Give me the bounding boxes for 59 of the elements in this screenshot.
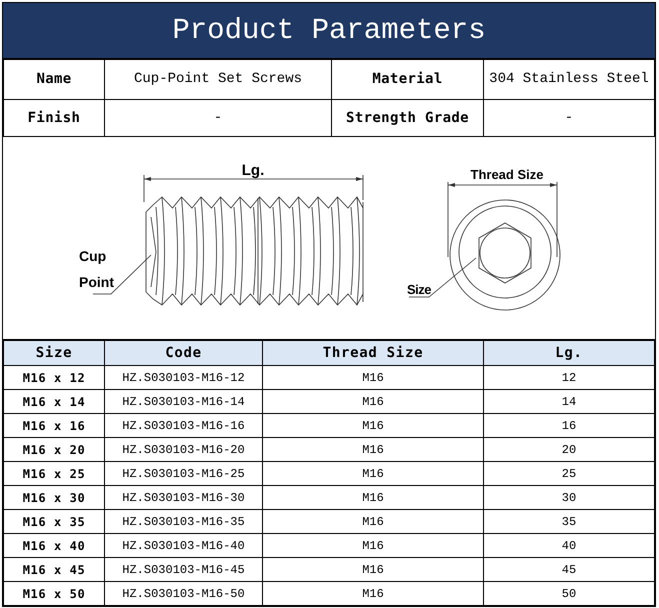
length-label: Lg. bbox=[242, 162, 264, 179]
point-label: Point bbox=[79, 274, 114, 290]
table-cell: HZ.S030103-M16-20 bbox=[104, 438, 262, 462]
table-cell: M16 bbox=[262, 366, 484, 390]
table-cell: 50 bbox=[484, 582, 654, 606]
table-cell: M16 bbox=[262, 462, 484, 486]
table-cell: 16 bbox=[484, 414, 654, 438]
table-cell: M16 bbox=[262, 414, 484, 438]
table-cell: M16 x 35 bbox=[4, 510, 104, 534]
table-cell: HZ.S030103-M16-30 bbox=[104, 486, 262, 510]
table-cell: M16 bbox=[262, 390, 484, 414]
table-cell: 20 bbox=[484, 438, 654, 462]
column-header: Size bbox=[4, 340, 104, 366]
table-cell: M16 bbox=[262, 486, 484, 510]
size-label: Size bbox=[407, 282, 432, 297]
table-cell: HZ.S030103-M16-12 bbox=[104, 366, 262, 390]
table-cell: 40 bbox=[484, 534, 654, 558]
spec-label: Strength Grade bbox=[332, 100, 484, 136]
table-cell: 12 bbox=[484, 366, 654, 390]
table-cell: HZ.S030103-M16-16 bbox=[104, 414, 262, 438]
table-cell: M16 x 40 bbox=[4, 534, 104, 558]
column-header: Lg. bbox=[484, 340, 654, 366]
spec-label: Finish bbox=[4, 100, 104, 136]
point-label: Cup bbox=[79, 248, 106, 264]
table-cell: HZ.S030103-M16-40 bbox=[104, 534, 262, 558]
spec-value: 304 Stainless Steel bbox=[484, 60, 654, 100]
table-cell: M16 x 14 bbox=[4, 390, 104, 414]
table-cell: 45 bbox=[484, 558, 654, 582]
table-cell: M16 bbox=[262, 582, 484, 606]
spec-label: Name bbox=[4, 60, 104, 100]
table-cell: 30 bbox=[484, 486, 654, 510]
column-header: Code bbox=[104, 340, 262, 366]
table-cell: 35 bbox=[484, 510, 654, 534]
table-cell: 14 bbox=[484, 390, 654, 414]
table-cell: M16 x 50 bbox=[4, 582, 104, 606]
table-cell: M16 x 16 bbox=[4, 414, 104, 438]
table-cell: HZ.S030103-M16-25 bbox=[104, 462, 262, 486]
spec-value: - bbox=[104, 100, 332, 136]
table-cell: M16 x 30 bbox=[4, 486, 104, 510]
table-cell: M16 bbox=[262, 534, 484, 558]
table-cell: HZ.S030103-M16-50 bbox=[104, 582, 262, 606]
table-cell: M16 x 12 bbox=[4, 366, 104, 390]
table-cell: M16 x 45 bbox=[4, 558, 104, 582]
table-cell: M16 x 25 bbox=[4, 462, 104, 486]
table-cell: M16 bbox=[262, 438, 484, 462]
table-cell: M16 bbox=[262, 510, 484, 534]
table-cell: HZ.S030103-M16-45 bbox=[104, 558, 262, 582]
table-cell: HZ.S030103-M16-35 bbox=[104, 510, 262, 534]
spec-value: Cup-Point Set Screws bbox=[104, 60, 332, 100]
leader-line bbox=[408, 258, 476, 298]
spec-label: Material bbox=[332, 60, 484, 100]
table-cell: M16 bbox=[262, 558, 484, 582]
page-title: Product Parameters bbox=[172, 16, 486, 45]
table-cell: 25 bbox=[484, 462, 654, 486]
table-cell: M16 x 20 bbox=[4, 438, 104, 462]
spec-value: - bbox=[484, 100, 654, 136]
table-cell: HZ.S030103-M16-14 bbox=[104, 390, 262, 414]
column-header: Thread Size bbox=[262, 340, 484, 366]
thread-size-label: Thread Size bbox=[470, 167, 544, 182]
